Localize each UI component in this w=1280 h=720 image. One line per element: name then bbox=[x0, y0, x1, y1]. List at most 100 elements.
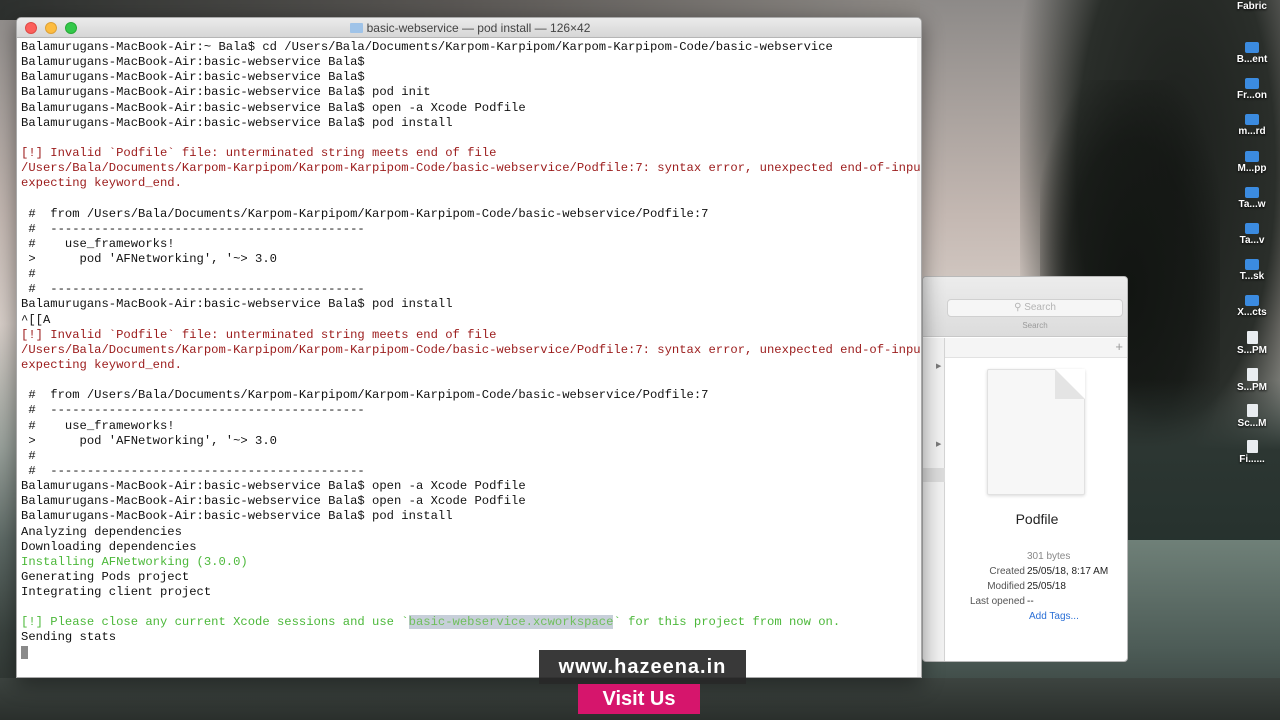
terminal-line: Downloading dependencies bbox=[21, 539, 197, 554]
meta-created-value: 25/05/18, 8:17 AM bbox=[1027, 566, 1109, 577]
finder-selected-row[interactable] bbox=[923, 468, 945, 482]
desktop-icon[interactable]: m...rd bbox=[1226, 108, 1278, 144]
notice-before: [!] Please close any current Xcode sessi… bbox=[21, 615, 409, 630]
terminal-line: ^[[A bbox=[21, 312, 51, 327]
terminal-titlebar[interactable]: basic-webservice — pod install — 126×42 bbox=[17, 18, 921, 38]
folder-icon bbox=[1245, 222, 1259, 234]
terminal-line: # --------------------------------------… bbox=[21, 403, 365, 418]
plus-icon[interactable]: + bbox=[1115, 339, 1123, 354]
terminal-line: expecting keyword_end. bbox=[21, 357, 182, 372]
finder-column-header: + bbox=[945, 338, 1127, 358]
meta-modified-row: Modified 25/05/18 bbox=[945, 579, 1127, 594]
terminal-line: # use_frameworks! bbox=[21, 236, 175, 251]
terminal-line: Balamurugans-MacBook-Air:basic-webservic… bbox=[21, 297, 453, 312]
terminal-line: # --------------------------------------… bbox=[21, 463, 365, 478]
terminal-line: [!] Invalid `Podfile` file: unterminated… bbox=[21, 327, 497, 342]
terminal-line: /Users/Bala/Documents/Karpom-Karpipom/Ka… bbox=[21, 161, 922, 176]
finder-sidebar[interactable]: ▶ ▶ bbox=[923, 338, 945, 661]
desktop-icon-label: m...rd bbox=[1238, 126, 1266, 138]
desktop-icon[interactable]: T...sk bbox=[1226, 253, 1278, 289]
desktop-icon-label: Sc...M bbox=[1237, 417, 1267, 429]
desktop-icon-label: Ta...v bbox=[1239, 234, 1265, 246]
search-input[interactable]: ⚲ Search bbox=[947, 299, 1123, 317]
page-fold bbox=[1055, 369, 1085, 399]
terminal-lines: Balamurugans-MacBook-Air:~ Bala$ cd /Use… bbox=[21, 40, 922, 615]
meta-created-row: Created 25/05/18, 8:17 AM bbox=[945, 564, 1127, 579]
folder-icon bbox=[349, 23, 363, 33]
document-icon bbox=[1246, 367, 1258, 381]
desktop-icon-label: Fr...on bbox=[1237, 90, 1267, 102]
desktop-icon[interactable]: Sc...M bbox=[1226, 398, 1278, 434]
desktop-icon[interactable]: M...pp bbox=[1226, 145, 1278, 181]
terminal-line: # use_frameworks! bbox=[21, 418, 175, 433]
desktop-icon[interactable]: B...ent bbox=[1226, 36, 1278, 72]
desktop-icon[interactable]: Ta...w bbox=[1226, 181, 1278, 217]
watermark-visit-button[interactable]: Visit Us bbox=[578, 684, 700, 714]
terminal-cursor-line bbox=[21, 645, 917, 661]
terminal-title: basic-webservice — pod install — 126×42 bbox=[17, 18, 921, 38]
meta-size-row: 301 bytes bbox=[945, 549, 1127, 564]
disclosure-arrow-icon[interactable]: ▶ bbox=[936, 440, 941, 448]
desktop-icon[interactable]: X...cts bbox=[1226, 289, 1278, 325]
terminal-line: Balamurugans-MacBook-Air:basic-webservic… bbox=[21, 55, 365, 70]
document-preview-icon bbox=[987, 369, 1085, 495]
terminal-line: Balamurugans-MacBook-Air:basic-webservic… bbox=[21, 509, 453, 524]
terminal-line: /Users/Bala/Documents/Karpom-Karpipom/Ka… bbox=[21, 342, 922, 357]
desktop-icon[interactable]: S...PM bbox=[1226, 362, 1278, 398]
desktop-icon-label: B...ent bbox=[1236, 54, 1268, 66]
folder-icon bbox=[1245, 186, 1259, 198]
folder-icon bbox=[1245, 259, 1259, 271]
finder-window[interactable]: ⚲ Search Search ▶ ▶ + Podfile 301 bytes … bbox=[922, 276, 1128, 662]
meta-size: 301 bytes bbox=[1027, 551, 1071, 562]
desktop-icon[interactable]: Fr...on bbox=[1226, 72, 1278, 108]
terminal-line: # from /Users/Bala/Documents/Karpom-Karp… bbox=[21, 206, 709, 221]
terminal-line: Balamurugans-MacBook-Air:basic-webservic… bbox=[21, 494, 526, 509]
disclosure-arrow-icon[interactable]: ▶ bbox=[936, 362, 941, 370]
desktop-icon-label: X...cts bbox=[1237, 307, 1267, 319]
search-icon: ⚲ bbox=[1014, 302, 1022, 313]
terminal-line: # --------------------------------------… bbox=[21, 282, 365, 297]
folder-icon bbox=[1245, 78, 1259, 90]
terminal-line: # --------------------------------------… bbox=[21, 221, 365, 236]
search-placeholder: Search bbox=[1024, 302, 1056, 313]
terminal-notice-line: [!] Please close any current Xcode sessi… bbox=[21, 615, 917, 630]
desktop-icon[interactable]: S...PM bbox=[1226, 325, 1278, 361]
terminal-title-text: basic-webservice — pod install — 126×42 bbox=[366, 21, 591, 35]
watermark-url: www.hazeena.in bbox=[539, 650, 746, 684]
document-icon bbox=[1246, 331, 1258, 345]
terminal-output[interactable]: Balamurugans-MacBook-Air:~ Bala$ cd /Use… bbox=[21, 40, 922, 676]
terminal-line: # bbox=[21, 448, 36, 463]
terminal-line: # from /Users/Bala/Documents/Karpom-Karp… bbox=[21, 388, 709, 403]
terminal-line: Integrating client project bbox=[21, 585, 212, 600]
terminal-window[interactable]: basic-webservice — pod install — 126×42 … bbox=[16, 17, 922, 678]
finder-toolbar: ⚲ Search Search bbox=[923, 277, 1127, 337]
add-tags-link[interactable]: Add Tags... bbox=[1029, 611, 1079, 622]
terminal-line: [!] Invalid `Podfile` file: unterminated… bbox=[21, 145, 497, 160]
folder-icon bbox=[1245, 295, 1259, 307]
terminal-line: Generating Pods project bbox=[21, 569, 190, 584]
workspace-highlight[interactable]: basic-webservice.xcworkspace bbox=[408, 615, 614, 630]
desktop-icon-label: S...PM bbox=[1236, 381, 1267, 393]
terminal-line: Balamurugans-MacBook-Air:basic-webservic… bbox=[21, 479, 526, 494]
terminal-scrollbar[interactable] bbox=[917, 38, 921, 677]
desktop-icon[interactable]: Fabric bbox=[1226, 0, 1278, 36]
terminal-line: # bbox=[21, 267, 36, 282]
desktop-icon-label: T...sk bbox=[1239, 271, 1265, 283]
desktop-icon[interactable]: Ta...v bbox=[1226, 217, 1278, 253]
terminal-final-line: Sending stats bbox=[21, 630, 117, 645]
cursor-block bbox=[21, 645, 28, 659]
meta-last-opened-value: -- bbox=[1027, 596, 1034, 607]
desktop-icon[interactable]: Fi...... bbox=[1226, 434, 1278, 470]
meta-modified-value: 25/05/18 bbox=[1027, 581, 1066, 592]
terminal-line: Balamurugans-MacBook-Air:~ Bala$ cd /Use… bbox=[21, 40, 833, 54]
meta-last-opened-row: Last opened -- bbox=[945, 594, 1127, 609]
terminal-line: > pod 'AFNetworking', '~> 3.0 bbox=[21, 251, 277, 266]
terminal-line: Balamurugans-MacBook-Air:basic-webservic… bbox=[21, 70, 365, 85]
document-icon bbox=[1246, 403, 1258, 417]
search-label: Search bbox=[1022, 321, 1048, 330]
desktop-icon-label: S...PM bbox=[1236, 345, 1267, 357]
terminal-line: Balamurugans-MacBook-Air:basic-webservic… bbox=[21, 115, 453, 130]
